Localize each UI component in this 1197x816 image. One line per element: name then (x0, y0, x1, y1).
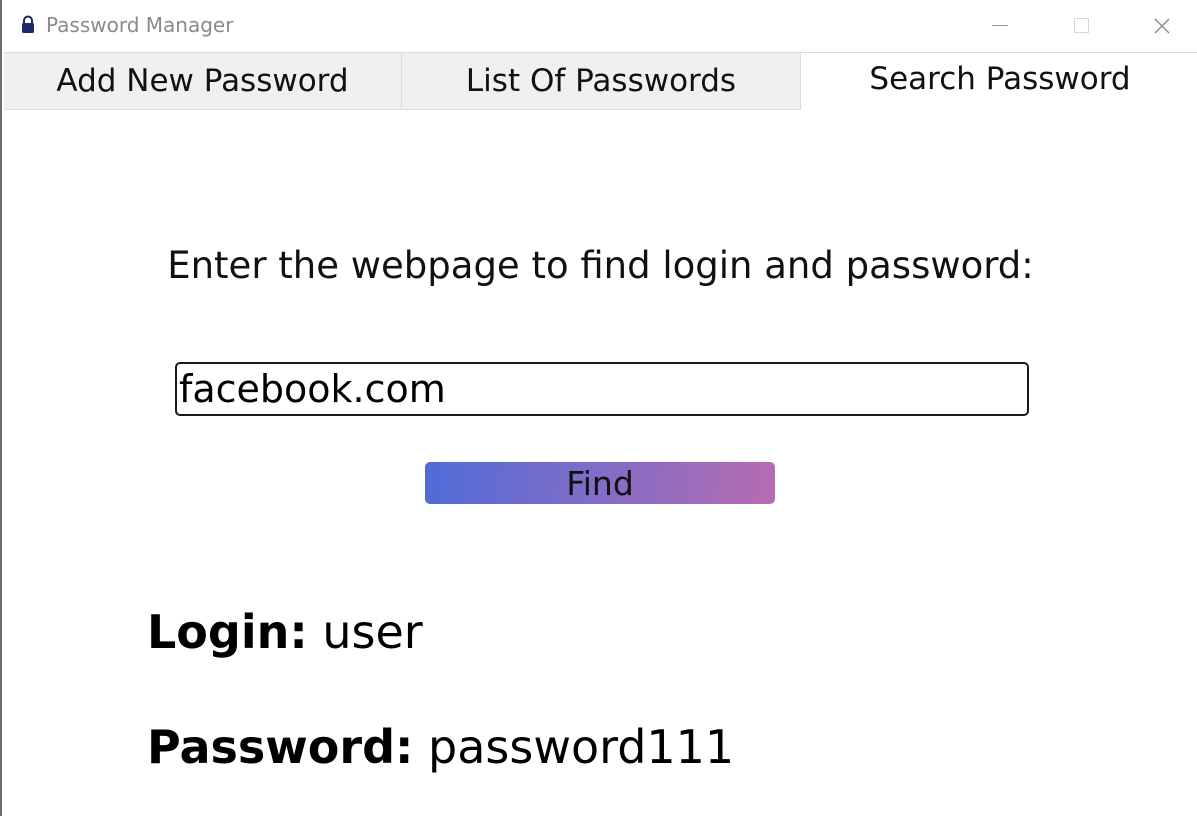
minimize-button[interactable] (960, 0, 1040, 50)
login-label: Login: (147, 605, 308, 659)
maximize-icon (1074, 18, 1089, 33)
webpage-search-input[interactable] (175, 362, 1029, 416)
tab-label: List Of Passwords (465, 63, 737, 99)
tab-label: Search Password (869, 60, 1131, 97)
window-title: Password Manager (46, 13, 234, 37)
close-icon (1154, 18, 1170, 34)
login-result: Login: user (147, 605, 423, 659)
password-value: password111 (428, 720, 735, 774)
title-bar[interactable]: Password Manager (2, 0, 1197, 52)
password-result: Password: password111 (147, 720, 734, 774)
find-button[interactable]: Find (425, 462, 775, 504)
login-value: user (322, 605, 423, 659)
app-window: Password Manager Add New Password List O… (0, 0, 1197, 816)
password-label: Password: (147, 720, 414, 774)
maximize-button[interactable] (1040, 0, 1120, 50)
tab-label: Add New Password (56, 63, 349, 99)
find-button-label: Find (566, 463, 634, 503)
minimize-icon (992, 25, 1008, 26)
search-prompt: Enter the webpage to find login and pass… (167, 244, 1034, 287)
tab-bar: Add New Password List Of Passwords Searc… (2, 52, 1197, 110)
close-button[interactable] (1120, 0, 1197, 50)
tab-list-of-passwords[interactable]: List Of Passwords (402, 52, 801, 110)
tab-search-password[interactable]: Search Password (801, 52, 1197, 110)
lock-icon (20, 15, 36, 35)
tab-add-new-password[interactable]: Add New Password (4, 52, 402, 110)
